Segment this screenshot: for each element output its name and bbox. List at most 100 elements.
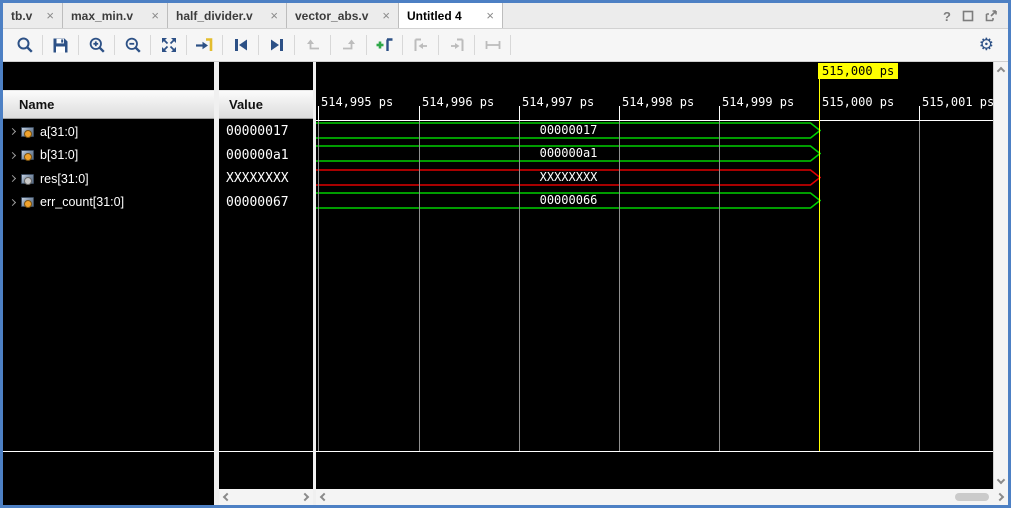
help-icon[interactable]: ? (943, 9, 951, 24)
next-marker-button[interactable] (443, 32, 470, 58)
tab-label: Untitled 4 (407, 9, 462, 23)
close-icon[interactable]: × (46, 8, 54, 23)
waveform-canvas[interactable]: 515,000 ps 514,995 ps 514,996 ps 514,997… (316, 62, 993, 505)
tab-label: vector_abs.v (295, 9, 368, 23)
expand-chevron-icon[interactable] (9, 152, 16, 159)
tab-label: tb.v (11, 9, 32, 23)
signal-name: err_count[31:0] (40, 195, 124, 209)
zoom-in-button[interactable] (83, 32, 110, 58)
window-controls: ? (943, 3, 998, 29)
wave-vertical-scrollbar[interactable] (993, 62, 1008, 489)
wave-horizontal-scrollbar[interactable] (316, 489, 993, 505)
scrollbar-thumb[interactable] (955, 493, 989, 501)
scroll-left-icon[interactable] (320, 493, 328, 501)
gridline (919, 121, 920, 451)
wave-bus-b[interactable]: 000000a1 (316, 145, 821, 162)
tab-vector-abs-v[interactable]: vector_abs.v × (287, 3, 399, 28)
float-window-icon[interactable] (985, 10, 998, 22)
vivado-waveform-window: tb.v × max_min.v × half_divider.v × vect… (0, 0, 1011, 508)
wave-bus-res[interactable]: XXXXXXXX (316, 169, 821, 186)
next-transition-icon (268, 36, 286, 54)
panel-bottom-line (3, 451, 214, 452)
previous-marker-button[interactable] (407, 32, 434, 58)
wave-bus-value: XXXXXXXX (316, 170, 821, 184)
zoom-fit-button[interactable] (155, 32, 182, 58)
wave-bus-err-count[interactable]: 00000066 (316, 192, 821, 209)
zoom-fit-icon (160, 36, 178, 54)
maximize-icon[interactable] (962, 10, 974, 22)
tab-half-divider-v[interactable]: half_divider.v × (168, 3, 287, 28)
search-button[interactable] (11, 32, 38, 58)
expand-chevron-icon[interactable] (9, 128, 16, 135)
bus-signal-icon (21, 127, 34, 137)
signal-row-a[interactable]: a[31:0] (3, 120, 214, 144)
zoom-in-icon (88, 36, 106, 54)
signal-row-res[interactable]: res[31:0] (3, 167, 214, 191)
bent-arrow-left-icon (304, 36, 322, 54)
value-column-header[interactable]: Value (219, 90, 313, 119)
signal-name: res[31:0] (40, 172, 89, 186)
time-tick-label: 515,000 ps (822, 95, 894, 109)
value-row-err-count: 00000067 (219, 191, 313, 215)
scroll-right-icon[interactable] (996, 493, 1004, 501)
next-transition-button[interactable] (263, 32, 290, 58)
tab-untitled-4[interactable]: Untitled 4 × (399, 3, 503, 28)
scroll-left-icon[interactable] (223, 493, 231, 501)
scroll-down-icon[interactable] (997, 476, 1005, 484)
tab-tb-v[interactable]: tb.v × (3, 3, 63, 28)
ruler-tick (519, 106, 520, 120)
bent-arrow-right-button[interactable] (335, 32, 362, 58)
previous-transition-button[interactable] (227, 32, 254, 58)
time-tick-label: 514,995 ps (321, 95, 393, 109)
value-row-a: 00000017 (219, 120, 313, 144)
save-button[interactable] (47, 32, 74, 58)
goto-cursor-button[interactable] (191, 32, 218, 58)
tab-label: half_divider.v (176, 9, 253, 23)
time-span-button[interactable] (479, 32, 506, 58)
cursor-time-badge: 515,000 ps (818, 63, 898, 79)
expand-chevron-icon[interactable] (9, 175, 16, 182)
waveform-toolbar: ⚙ (3, 29, 1008, 62)
name-column-header[interactable]: Name (3, 90, 214, 119)
zoom-out-button[interactable] (119, 32, 146, 58)
ruler-tick (619, 106, 620, 120)
ruler-tick (318, 106, 319, 120)
ruler-tick (719, 106, 720, 120)
signal-row-b[interactable]: b[31:0] (3, 144, 214, 168)
value-row-res: XXXXXXXX (219, 167, 313, 191)
scroll-up-icon[interactable] (997, 67, 1005, 75)
expand-chevron-icon[interactable] (9, 199, 16, 206)
next-marker-icon (447, 36, 467, 54)
ruler-tick (919, 106, 920, 120)
gridline (419, 121, 420, 451)
gridline (318, 121, 319, 451)
signal-row-err-count[interactable]: err_count[31:0] (3, 191, 214, 215)
close-icon[interactable]: × (270, 8, 278, 23)
time-tick-label: 514,997 ps (522, 95, 594, 109)
value-horizontal-scrollbar[interactable] (219, 489, 313, 505)
bent-arrow-right-icon (340, 36, 358, 54)
tab-max-min-v[interactable]: max_min.v × (63, 3, 168, 28)
signal-name-rows: a[31:0] b[31:0] res[31:0] err_count[31:0… (3, 120, 214, 214)
panel-bottom-line (219, 451, 313, 452)
time-tick-label: 514,996 ps (422, 95, 494, 109)
close-icon[interactable]: × (382, 8, 390, 23)
previous-transition-icon (232, 36, 250, 54)
wave-window: Name a[31:0] b[31:0] res[31:0] (3, 62, 1008, 505)
bus-signal-icon (21, 174, 34, 184)
goto-cursor-icon (195, 36, 215, 54)
zoom-out-icon (124, 36, 142, 54)
add-marker-button[interactable] (371, 32, 398, 58)
close-icon[interactable]: × (151, 8, 159, 23)
time-cursor[interactable] (819, 79, 820, 451)
close-icon[interactable]: × (486, 8, 494, 23)
settings-gear-icon[interactable]: ⚙ (979, 29, 994, 61)
wave-bus-a[interactable]: 00000017 (316, 122, 821, 139)
bent-arrow-left-button[interactable] (299, 32, 326, 58)
signal-name-panel: Name a[31:0] b[31:0] res[31:0] (3, 62, 214, 505)
time-span-icon (483, 36, 503, 54)
scroll-right-icon[interactable] (301, 493, 309, 501)
ruler-tick (419, 106, 420, 120)
gridline (619, 121, 620, 451)
scrollbar-corner[interactable] (993, 489, 1008, 505)
